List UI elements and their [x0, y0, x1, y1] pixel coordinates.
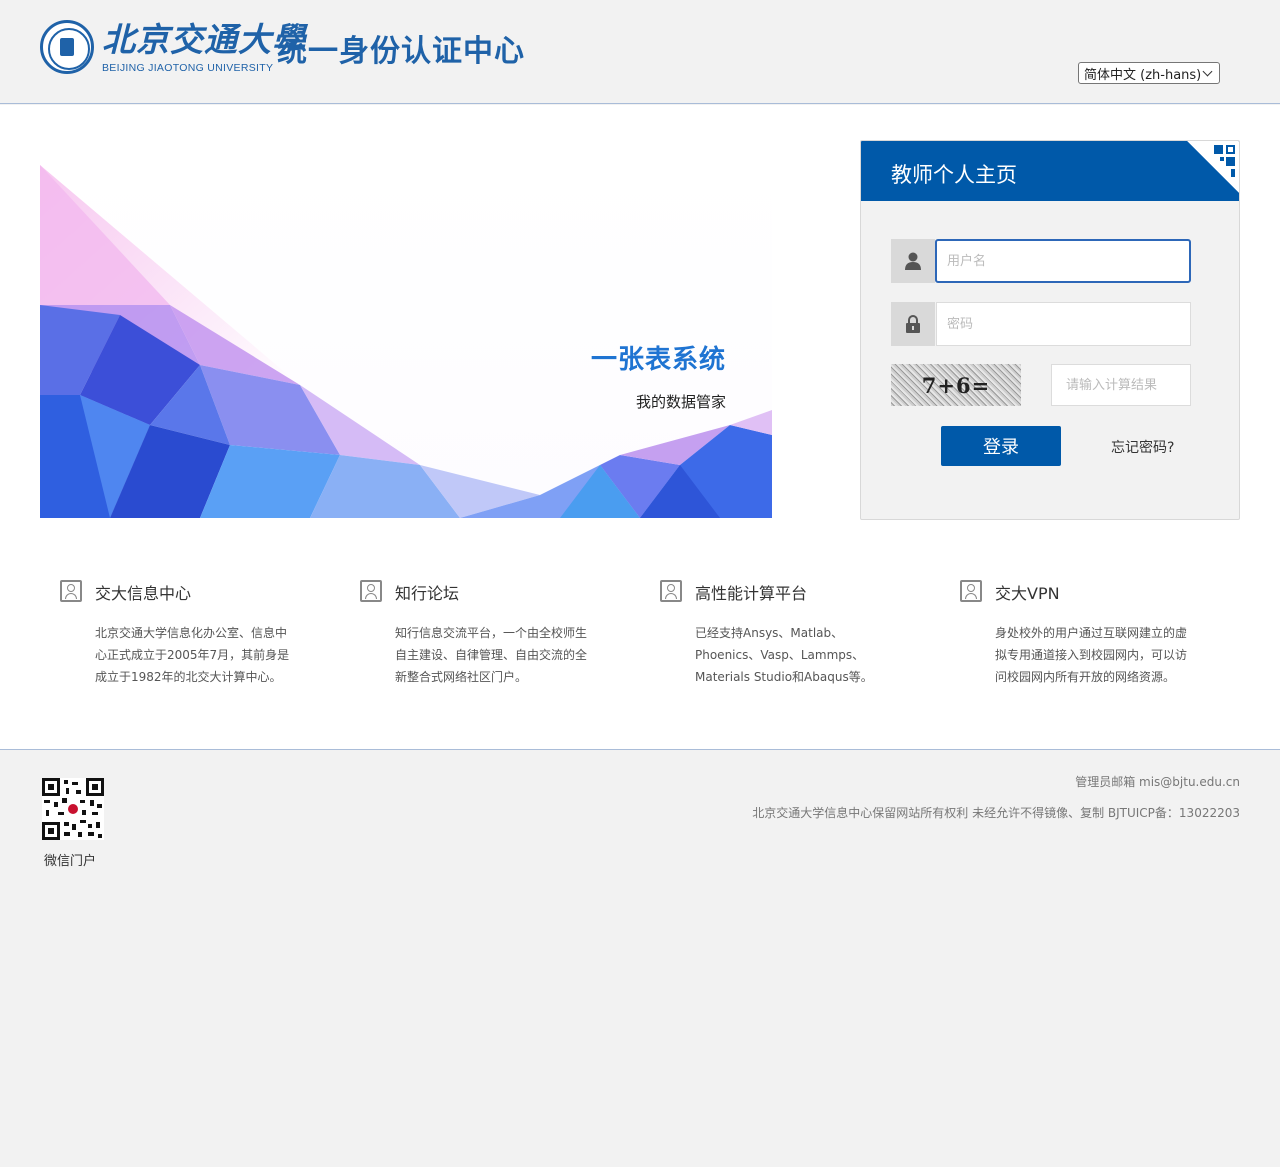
captcha-image[interactable]: 7+6= [891, 364, 1021, 406]
chevron-down-icon [1202, 66, 1213, 76]
feature-description: 身处校外的用户通过互联网建立的虚拟专用通道接入到校园网内，可以访问校园网内所有开… [995, 626, 1188, 684]
password-field [891, 302, 1191, 346]
lock-icon [891, 302, 935, 346]
banner-subtitle: 我的数据管家 [635, 393, 726, 411]
login-button[interactable]: 登录 [941, 426, 1061, 466]
user-card-icon [660, 580, 682, 602]
feature-title[interactable]: 知行论坛 [395, 580, 459, 604]
wechat-portal-label: 微信门户 [44, 854, 97, 869]
password-input[interactable] [936, 302, 1191, 346]
features-section: 交大信息中心 北京交通大学信息化办公室、信息中心正式成立于2005年7月，其前身… [60, 580, 1240, 700]
logo-english-name: BEIJING JIAOTONG UNIVERSITY [102, 62, 274, 74]
header: 北京交通大學 BEIJING JIAOTONG UNIVERSITY 统一身份认… [0, 0, 1280, 104]
university-seal-icon [40, 20, 94, 74]
forgot-password-link[interactable]: 忘记密码? [1111, 437, 1174, 457]
qr-code-toggle-icon[interactable] [1187, 141, 1239, 193]
feature-description: 知行信息交流平台，一个由全校师生自主建设、自律管理、自由交流的全新整合式网络社区… [395, 626, 588, 684]
wechat-qr-code [42, 778, 104, 840]
user-card-icon [360, 580, 382, 602]
logo-chinese-name: 北京交通大學 [102, 20, 306, 59]
user-card-icon [60, 580, 82, 602]
copyright-notice: 北京交通大学信息中心保留网站所有权利 未经允许不得镜像、复制 BJTUICP备：… [752, 806, 1240, 820]
feature-title[interactable]: 交大VPN [995, 580, 1060, 604]
feature-title[interactable]: 交大信息中心 [95, 580, 191, 604]
login-panel: 教师个人主页 7+6= [860, 140, 1240, 520]
feature-description: 已经支持Ansys、Matlab、Phoenics、Vasp、Lammps、Ma… [695, 626, 873, 684]
site-title: 统一身份认证中心 [277, 34, 525, 69]
banner-title: 一张表系统 [590, 345, 726, 375]
login-header: 教师个人主页 [861, 141, 1239, 201]
user-icon [891, 239, 935, 283]
captcha-input[interactable] [1051, 364, 1191, 406]
user-card-icon [960, 580, 982, 602]
feature-description: 北京交通大学信息化办公室、信息中心正式成立于2005年7月，其前身是成立于198… [95, 626, 290, 684]
language-select[interactable]: 简体中文 (zh-hans) [1078, 62, 1220, 84]
logo-text: 北京交通大學 BEIJING JIAOTONG UNIVERSITY [102, 20, 306, 74]
username-field [891, 239, 1191, 283]
university-logo[interactable]: 北京交通大學 BEIJING JIAOTONG UNIVERSITY [40, 20, 306, 74]
banner-image: 一张表系统 我的数据管家 [40, 165, 772, 518]
username-input[interactable] [935, 239, 1191, 283]
feature-title[interactable]: 高性能计算平台 [695, 580, 807, 604]
login-title: 教师个人主页 [891, 163, 1017, 187]
main-content: 一张表系统 我的数据管家 教师个人主页 用户名 7+6= 请输入计算结果 登录 … [0, 105, 1280, 750]
language-select-value: 简体中文 (zh-hans) [1084, 67, 1202, 83]
admin-email: 管理员邮箱 mis@bjtu.edu.cn [1075, 775, 1240, 789]
